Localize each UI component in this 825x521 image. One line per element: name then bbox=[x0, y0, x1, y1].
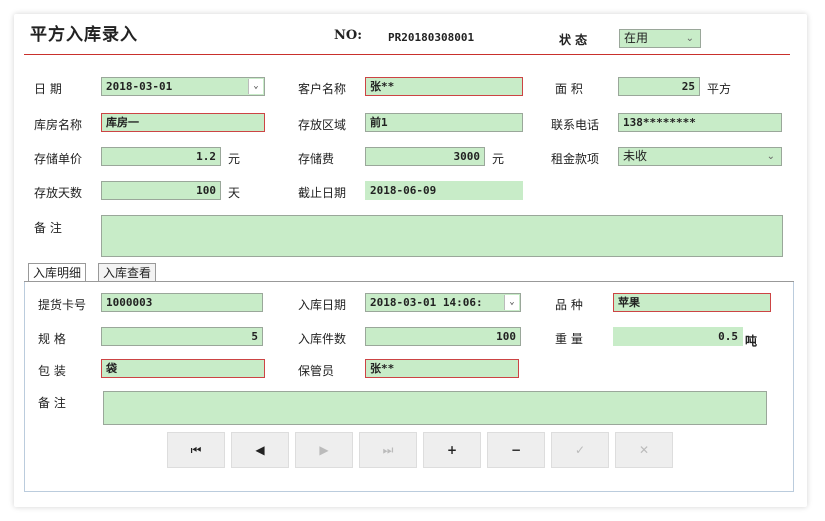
area-unit: 平方 bbox=[707, 82, 732, 96]
storage-fee-unit: 元 bbox=[492, 152, 505, 166]
calendar-dropdown-icon[interactable]: ⌄ bbox=[248, 79, 263, 94]
pickup-input[interactable]: 1000003 bbox=[101, 293, 263, 312]
detail-remark-label: 备 注 bbox=[38, 396, 66, 410]
weight-label: 重 量 bbox=[555, 332, 583, 346]
detail-remark-textarea[interactable] bbox=[103, 391, 767, 425]
area-input[interactable]: 25 bbox=[618, 77, 700, 96]
phone-label: 联系电话 bbox=[551, 118, 600, 132]
days-unit: 天 bbox=[228, 186, 241, 200]
calendar-dropdown-icon[interactable]: ⌄ bbox=[504, 295, 519, 310]
confirm-button[interactable]: ✓ bbox=[551, 432, 609, 468]
status-select[interactable]: 在用 ⌄ bbox=[619, 29, 701, 48]
rent-value: 未收 bbox=[623, 149, 648, 163]
prev-record-button[interactable]: ◀ bbox=[231, 432, 289, 468]
pickup-label: 提货卡号 bbox=[38, 298, 87, 312]
end-date-value: 2018-06-09 bbox=[365, 181, 523, 200]
variety-label: 品 种 bbox=[555, 298, 583, 312]
number-value: PR20180308001 bbox=[388, 31, 475, 44]
next-record-button[interactable]: ▶ bbox=[295, 432, 353, 468]
days-label: 存放天数 bbox=[34, 186, 83, 200]
status-value: 在用 bbox=[624, 31, 649, 45]
qty-input[interactable]: 100 bbox=[365, 327, 521, 346]
keeper-input[interactable]: 张** bbox=[365, 359, 519, 378]
tab-detail[interactable]: 入库明细 bbox=[28, 263, 87, 282]
end-date-label: 截止日期 bbox=[298, 186, 347, 200]
remark-textarea[interactable] bbox=[101, 215, 783, 257]
phone-input[interactable]: 138******** bbox=[618, 113, 782, 132]
warehouse-input[interactable]: 库房一 bbox=[101, 113, 265, 132]
first-record-button[interactable]: ⏮ bbox=[167, 432, 225, 468]
in-date-label: 入库日期 bbox=[298, 298, 347, 312]
weight-unit: 吨 bbox=[745, 334, 758, 348]
tab-view[interactable]: 入库查看 bbox=[98, 263, 157, 281]
status-label: 状 态 bbox=[559, 33, 588, 47]
date-value: 2018-03-01 bbox=[106, 80, 173, 93]
entry-window: 平方入库录入 NO: PR20180308001 状 态 在用 ⌄ 日 期 20… bbox=[14, 14, 807, 507]
date-picker[interactable]: 2018-03-01 ⌄ bbox=[101, 77, 265, 96]
unit-price-label: 存储单价 bbox=[34, 152, 83, 166]
add-record-button[interactable]: + bbox=[423, 432, 481, 468]
spec-label: 规 格 bbox=[38, 332, 66, 346]
unit-price-input[interactable]: 1.2 bbox=[101, 147, 221, 166]
zone-input[interactable]: 前1 bbox=[365, 113, 523, 132]
variety-input[interactable]: 苹果 bbox=[613, 293, 771, 312]
customer-input[interactable]: 张** bbox=[365, 77, 523, 96]
storage-fee-label: 存储费 bbox=[298, 152, 335, 166]
header-divider bbox=[24, 54, 790, 55]
pack-label: 包 装 bbox=[38, 364, 66, 378]
remark-label: 备 注 bbox=[34, 221, 62, 235]
unit-price-unit: 元 bbox=[228, 152, 241, 166]
chevron-down-icon: ⌄ bbox=[766, 151, 775, 162]
zone-label: 存放区域 bbox=[298, 118, 347, 132]
rent-label: 租金款项 bbox=[551, 152, 600, 166]
date-label: 日 期 bbox=[34, 82, 62, 96]
delete-record-button[interactable]: − bbox=[487, 432, 545, 468]
last-record-button[interactable]: ⏭ bbox=[359, 432, 417, 468]
in-date-value: 2018-03-01 14:06: bbox=[370, 296, 483, 309]
storage-fee-input[interactable]: 3000 bbox=[365, 147, 485, 166]
days-input[interactable]: 100 bbox=[101, 181, 221, 200]
weight-value: 0.5 bbox=[613, 327, 743, 346]
rent-select[interactable]: 未收 ⌄ bbox=[618, 147, 782, 166]
cancel-button[interactable]: ✕ bbox=[615, 432, 673, 468]
qty-label: 入库件数 bbox=[298, 332, 347, 346]
chevron-down-icon: ⌄ bbox=[685, 33, 694, 44]
keeper-label: 保管员 bbox=[298, 364, 335, 378]
area-label: 面 积 bbox=[555, 82, 583, 96]
number-label: NO: bbox=[334, 28, 363, 43]
page-title: 平方入库录入 bbox=[30, 25, 138, 45]
pack-input[interactable]: 袋 bbox=[101, 359, 265, 378]
warehouse-label: 库房名称 bbox=[34, 118, 83, 132]
spec-input[interactable]: 5 bbox=[101, 327, 263, 346]
in-date-picker[interactable]: 2018-03-01 14:06: ⌄ bbox=[365, 293, 521, 312]
customer-label: 客户名称 bbox=[298, 82, 347, 96]
